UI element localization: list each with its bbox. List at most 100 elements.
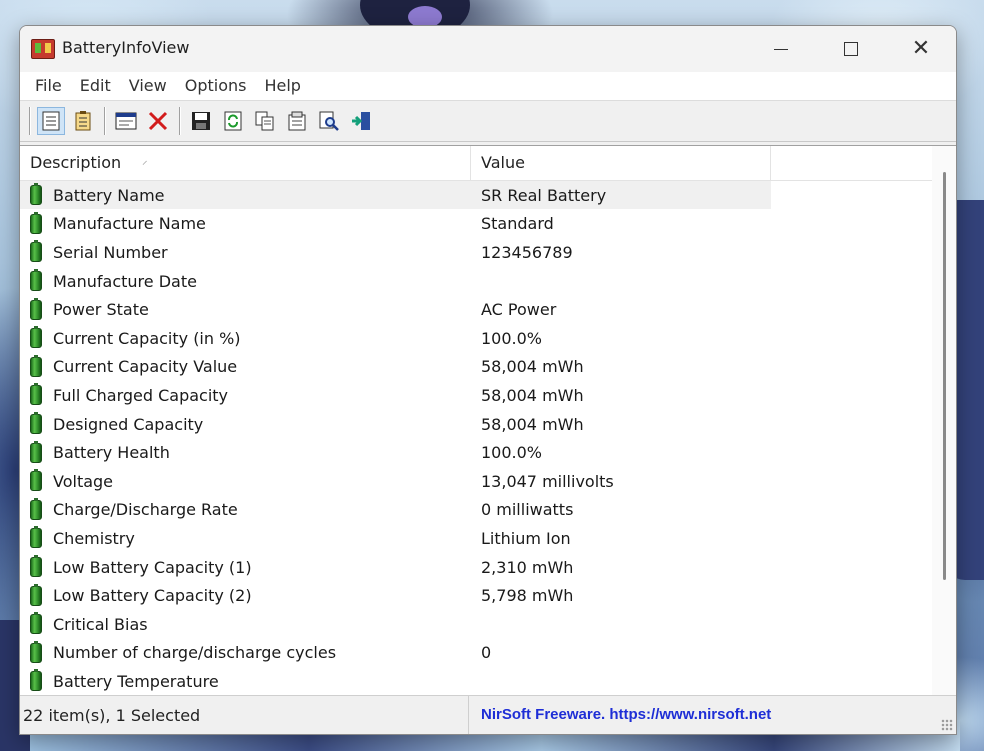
description-cell: Power State — [20, 296, 471, 324]
title-bar[interactable]: BatteryInfoView ✕ — [20, 26, 956, 72]
battery-info-mode-icon — [42, 111, 60, 131]
list-row[interactable]: Voltage 13,047 millivolts — [20, 467, 956, 496]
list-row[interactable]: Battery Health 100.0% — [20, 438, 956, 467]
exit-button[interactable] — [347, 107, 375, 135]
description-text: Current Capacity Value — [53, 357, 238, 377]
value-cell: 58,004 mWh — [471, 410, 771, 438]
properties-button[interactable] — [283, 107, 311, 135]
value-text: 100.0% — [481, 443, 543, 463]
list-row[interactable]: Full Charged Capacity 58,004 mWh — [20, 381, 956, 410]
list-row[interactable]: Critical Bias — [20, 610, 956, 639]
value-cell — [471, 667, 771, 695]
description-cell: Charge/Discharge Rate — [20, 496, 471, 524]
menu-edit[interactable]: Edit — [71, 72, 120, 100]
battery-log-mode-button[interactable] — [69, 107, 97, 135]
battery-info-mode-button[interactable] — [37, 107, 65, 135]
battery-icon — [30, 354, 42, 377]
description-cell: Manufacture Name — [20, 210, 471, 238]
minimize-icon — [774, 48, 788, 50]
value-cell: 5,798 mWh — [471, 582, 771, 610]
value-text: 2,310 mWh — [481, 557, 574, 577]
description-text: Low Battery Capacity (2) — [53, 586, 252, 606]
list-row[interactable]: Charge/Discharge Rate 0 milliwatts — [20, 496, 956, 525]
value-cell: 58,004 mWh — [471, 353, 771, 381]
description-text: Chemistry — [53, 528, 135, 548]
description-text: Charge/Discharge Rate — [53, 500, 238, 520]
menu-help[interactable]: Help — [255, 72, 309, 100]
value-cell: 0 milliwatts — [471, 496, 771, 524]
description-text: Designed Capacity — [53, 414, 204, 434]
battery-icon — [30, 211, 42, 234]
description-cell: Low Battery Capacity (1) — [20, 553, 471, 581]
description-text: Battery Temperature — [53, 671, 219, 691]
scrollbar-thumb[interactable] — [943, 172, 946, 580]
value-cell: 123456789 — [471, 238, 771, 266]
column-header-label: Description — [30, 153, 122, 172]
column-header-description[interactable]: Description ⸝ — [20, 146, 471, 180]
list-row[interactable]: Battery Temperature — [20, 667, 956, 696]
close-button[interactable]: ✕ — [886, 26, 956, 72]
value-cell: 2,310 mWh — [471, 553, 771, 581]
column-header-value[interactable]: Value — [471, 146, 771, 180]
list-rows: Battery Name SR Real Battery Manufacture N… — [20, 181, 956, 696]
list-row[interactable]: Power State AC Power — [20, 295, 956, 324]
value-cell: 0 — [471, 639, 771, 667]
menu-file[interactable]: File — [26, 72, 71, 100]
description-text: Full Charged Capacity — [53, 385, 229, 405]
list-row[interactable]: Serial Number 123456789 — [20, 238, 956, 267]
resize-grip-icon[interactable] — [941, 719, 953, 731]
menu-options[interactable]: Options — [176, 72, 256, 100]
find-button[interactable] — [315, 107, 343, 135]
value-cell: SR Real Battery — [471, 181, 771, 210]
value-text: 13,047 millivolts — [481, 471, 614, 491]
value-cell — [471, 267, 771, 295]
battery-icon — [30, 183, 42, 206]
value-cell: Lithium Ion — [471, 524, 771, 552]
maximize-icon — [844, 42, 858, 56]
value-text: SR Real Battery — [481, 185, 607, 205]
battery-icon — [30, 297, 42, 320]
copy-button[interactable] — [251, 107, 279, 135]
minimize-button[interactable] — [746, 26, 816, 72]
list-row[interactable]: Current Capacity (in %) 100.0% — [20, 324, 956, 353]
value-cell: Standard — [471, 210, 771, 238]
battery-icon — [30, 555, 42, 578]
list-row[interactable]: Low Battery Capacity (2) 5,798 mWh — [20, 581, 956, 610]
description-cell: Manufacture Date — [20, 267, 471, 295]
list-row[interactable]: Number of charge/discharge cycles 0 — [20, 639, 956, 668]
find-icon — [319, 111, 339, 131]
battery-info-list[interactable]: Description ⸝ Value Battery Name SR Real … — [20, 145, 956, 696]
description-cell: Low Battery Capacity (2) — [20, 582, 471, 610]
battery-icon — [30, 469, 42, 492]
list-row[interactable]: Manufacture Date — [20, 267, 956, 296]
battery-log-mode-icon — [75, 111, 91, 131]
menu-view[interactable]: View — [120, 72, 176, 100]
list-row[interactable]: Current Capacity Value 58,004 mWh — [20, 353, 956, 382]
save-button[interactable] — [187, 107, 215, 135]
description-text: Low Battery Capacity (1) — [53, 557, 252, 577]
battery-icon — [30, 269, 42, 292]
maximize-button[interactable] — [816, 26, 886, 72]
list-row[interactable]: Manufacture Name Standard — [20, 210, 956, 239]
nirsoft-link[interactable]: NirSoft Freeware. https://www.nirsoft.ne… — [469, 698, 771, 732]
refresh-button[interactable] — [219, 107, 247, 135]
exit-icon — [352, 112, 370, 130]
html-report-icon — [115, 112, 137, 130]
window-title: BatteryInfoView — [62, 38, 190, 57]
value-text: 58,004 mWh — [481, 357, 584, 377]
list-row[interactable]: Chemistry Lithium Ion — [20, 524, 956, 553]
delete-button[interactable] — [144, 107, 172, 135]
description-cell: Full Charged Capacity — [20, 381, 471, 409]
vertical-scrollbar[interactable] — [932, 146, 956, 696]
description-cell: Current Capacity (in %) — [20, 324, 471, 352]
list-row[interactable]: Designed Capacity 58,004 mWh — [20, 410, 956, 439]
description-cell: Battery Temperature — [20, 667, 471, 695]
list-row[interactable]: Battery Name SR Real Battery — [20, 181, 956, 210]
html-report-button[interactable] — [112, 107, 140, 135]
value-cell: 13,047 millivolts — [471, 467, 771, 495]
list-row[interactable]: Low Battery Capacity (1) 2,310 mWh — [20, 553, 956, 582]
value-text: AC Power — [481, 300, 557, 320]
battery-icon — [30, 612, 42, 635]
description-cell: Battery Health — [20, 439, 471, 467]
description-cell: Number of charge/discharge cycles — [20, 639, 471, 667]
